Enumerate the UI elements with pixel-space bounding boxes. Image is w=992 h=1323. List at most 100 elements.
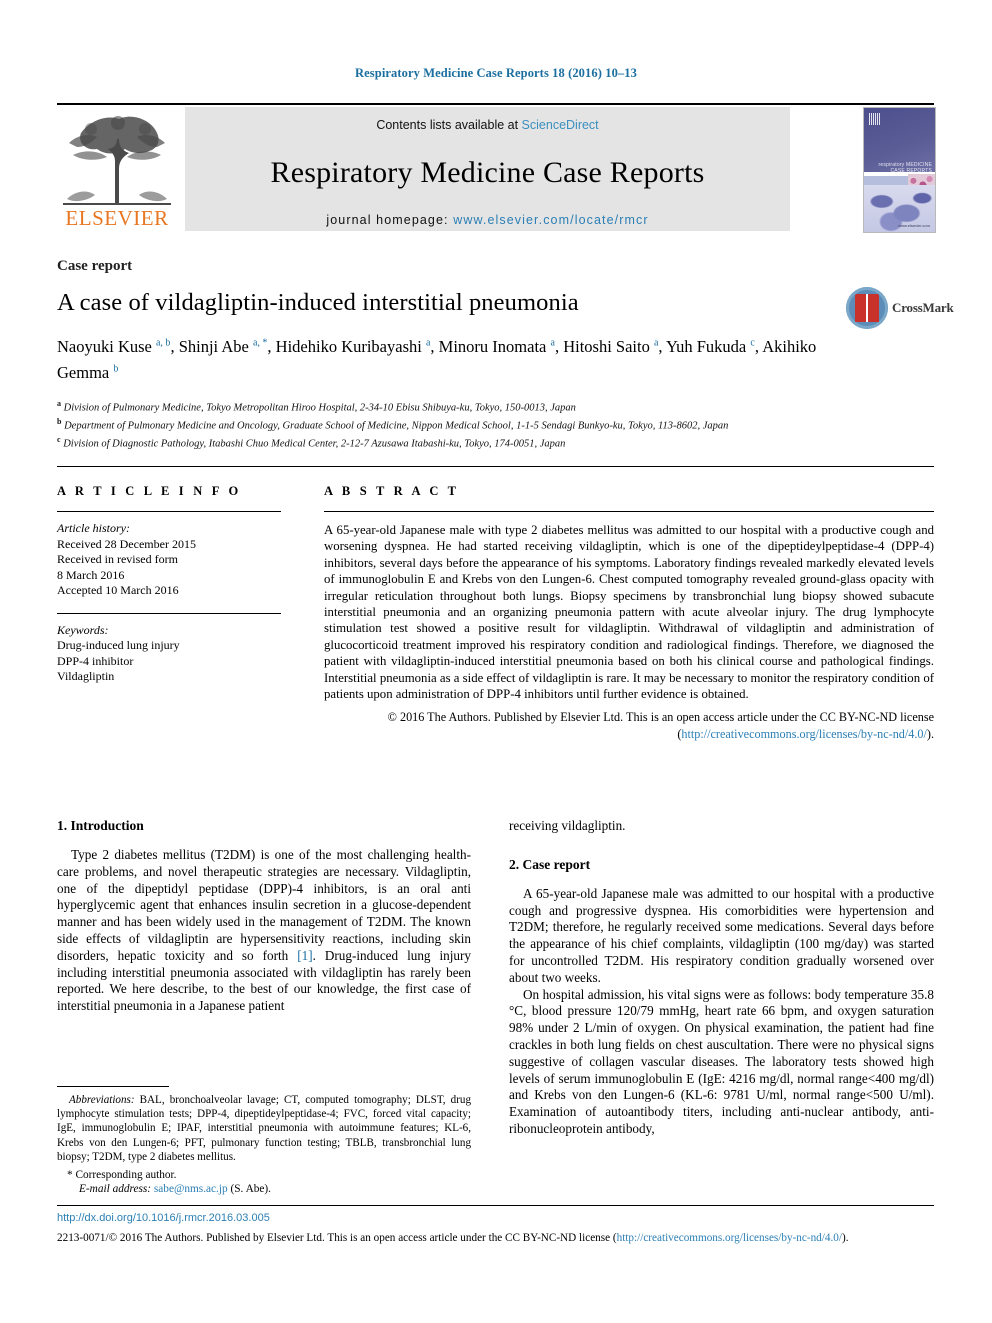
footnote-rule [57, 1086, 169, 1087]
article-kind-label: Case report [57, 258, 133, 274]
author-name: Minoru Inomata [438, 336, 547, 356]
contents-available-line: Contents lists available at ScienceDirec… [185, 118, 790, 132]
banner-center-panel: Contents lists available at ScienceDirec… [185, 107, 790, 231]
article-history-line: Received 28 December 2015 [57, 536, 196, 551]
keywords-group: Keywords: Drug-induced lung injury DPP-4… [57, 623, 307, 685]
section-heading-case-report: 2. Case report [509, 856, 591, 872]
journal-homepage-line: journal homepage: www.elsevier.com/locat… [185, 213, 790, 227]
author-entry: Hitoshi Saito a, [563, 337, 666, 356]
email-note: E-mail address: sabe@nms.ac.jp (S. Abe). [57, 1183, 471, 1195]
affiliation-mark: b [57, 416, 62, 426]
author-affil-marks: b [113, 363, 119, 375]
doi-link[interactable]: http://dx.doi.org/10.1016/j.rmcr.2016.03… [57, 1212, 270, 1224]
author-name: Hidehiko Kuribayashi [275, 336, 422, 356]
journal-homepage-link[interactable]: www.elsevier.com/locate/rmcr [453, 213, 648, 227]
introduction-carryover-line: receiving vildagliptin. [509, 818, 626, 833]
author-name: Shinji Abe [178, 336, 249, 356]
introduction-text-part-1: Type 2 diabetes mellitus (T2DM) is one o… [57, 847, 471, 963]
affiliation-item: c Division of Diagnostic Pathology, Itab… [57, 433, 934, 451]
abstract-text: A 65-year-old Japanese male with type 2 … [324, 523, 934, 702]
affiliation-mark: c [57, 434, 61, 444]
cover-caption: www.elsevier.com [898, 223, 930, 228]
affiliation-list: a Division of Pulmonary Medicine, Tokyo … [57, 397, 934, 451]
affiliation-item: a Division of Pulmonary Medicine, Tokyo … [57, 397, 934, 415]
introduction-paragraph: Type 2 diabetes mellitus (T2DM) is one o… [57, 847, 471, 1015]
section-heading-introduction: 1. Introduction [57, 818, 144, 833]
journal-banner: ELSEVIER Contents lists available at Sci… [57, 103, 936, 233]
citation-link-1[interactable]: [1] [297, 948, 312, 963]
article-history-line: 8 March 2016 [57, 567, 125, 582]
author-separator: , [170, 336, 179, 356]
crossmark-label: CrossMark [892, 300, 954, 315]
affiliation-mark: a [57, 399, 61, 408]
footer-license-link[interactable]: http://creativecommons.org/licenses/by-n… [617, 1232, 842, 1244]
article-history-line: Accepted 10 March 2016 [57, 583, 179, 597]
abstract-license-link[interactable]: http://creativecommons.org/licenses/by-n… [681, 727, 927, 741]
abstract-copyright-tail: ). [926, 726, 934, 741]
email-owner-text: (S. Abe). [227, 1182, 271, 1195]
keywords-label: Keywords: [57, 622, 109, 637]
footer-copyright-tail: ). [841, 1232, 849, 1244]
article-info-heading: A R T I C L E I N F O [57, 484, 242, 498]
info-block-top-rule [57, 466, 934, 467]
author-separator: , [554, 336, 564, 356]
sciencedirect-link[interactable]: ScienceDirect [522, 118, 599, 132]
article-history-line: Received in revised form [57, 552, 178, 566]
keyword-item: DPP-4 inhibitor [57, 653, 134, 668]
author-name: Yuh Fukuda [666, 336, 747, 356]
affiliation-text: Division of Diagnostic Pathology, Itabas… [63, 438, 566, 450]
abstract-column: A B S T R A C T A 65-year-old Japanese m… [324, 484, 934, 742]
journal-title: Respiratory Medicine Case Reports [270, 156, 705, 189]
author-entry: Minoru Inomata a, [439, 337, 564, 356]
article-info-rule [57, 511, 281, 512]
abbreviations-label: Abbreviations: [69, 1094, 135, 1106]
author-separator: , [430, 336, 439, 356]
crossmark-icon [846, 287, 888, 329]
cover-barcode-icon [869, 113, 880, 125]
elsevier-wordmark: ELSEVIER [65, 206, 169, 230]
crossmark-badge[interactable]: CrossMark [846, 287, 954, 331]
affiliation-item: b Department of Pulmonary Medicine and O… [57, 415, 934, 433]
footnote-block: Abbreviations: BAL, bronchoalveolar lava… [57, 1086, 471, 1195]
author-entry: Naoyuki Kuse a, b, [57, 337, 179, 356]
author-entry: Hidehiko Kuribayashi a, [276, 337, 439, 356]
author-separator: , [267, 336, 276, 356]
keyword-item: Vildagliptin [57, 669, 115, 683]
running-head: Respiratory Medicine Case Reports 18 (20… [355, 66, 637, 80]
page-title: A case of vildagliptin-induced interstit… [57, 289, 579, 316]
footer-copyright-text: 2213-0071/© 2016 The Authors. Published … [57, 1232, 617, 1244]
author-name: Hitoshi Saito [563, 336, 650, 356]
body-column-right: receiving vildagliptin. 2. Case report A… [509, 818, 934, 1138]
footer-copyright: 2213-0071/© 2016 The Authors. Published … [57, 1232, 934, 1244]
affiliation-text: Division of Pulmonary Medicine, Tokyo Me… [63, 402, 576, 414]
author-affil-marks: a, b [155, 337, 171, 348]
body-column-left: 1. Introduction Type 2 diabetes mellitus… [57, 818, 471, 1015]
elsevier-tree-icon [63, 116, 171, 205]
email-address-link[interactable]: sabe@nms.ac.jp [154, 1183, 228, 1195]
article-info-column: A R T I C L E I N F O Article history: R… [57, 484, 307, 685]
author-entry: Yuh Fukuda c, [666, 337, 762, 356]
article-header: Case report A case of vildagliptin-induc… [57, 258, 954, 451]
case-report-paragraph-2: On hospital admission, his vital signs w… [509, 986, 934, 1136]
abstract-rule [324, 511, 934, 512]
author-affil-marks: a, * [252, 337, 268, 348]
keywords-divider-rule [57, 612, 281, 614]
email-label: E-mail address: [79, 1182, 152, 1195]
article-history-label: Article history: [57, 521, 130, 535]
author-list: Naoyuki Kuse a, b, Shinji Abe a, *, Hide… [57, 331, 847, 384]
banner-top-rule [57, 103, 934, 105]
journal-article-page: Respiratory Medicine Case Reports 18 (20… [0, 0, 992, 1323]
elsevier-logo: ELSEVIER [57, 107, 177, 231]
author-separator: , [658, 336, 667, 356]
homepage-prefix-text: journal homepage: [326, 213, 454, 227]
case-report-paragraph-1: A 65-year-old Japanese male was admitted… [509, 885, 934, 985]
corresponding-author-note: * Corresponding author. [67, 1169, 177, 1182]
abbreviations-footnote: Abbreviations: BAL, bronchoalveolar lava… [57, 1093, 471, 1164]
journal-cover-thumbnail[interactable]: respiratory MEDICINE CASE REPORTS www.el… [863, 107, 936, 233]
cover-journal-title: respiratory MEDICINE CASE REPORTS [867, 162, 932, 174]
abstract-heading: A B S T R A C T [324, 484, 460, 498]
author-name: Naoyuki Kuse [57, 336, 152, 356]
footer-rule [57, 1205, 934, 1206]
abstract-copyright: © 2016 The Authors. Published by Elsevie… [324, 709, 934, 741]
affiliation-text: Department of Pulmonary Medicine and Onc… [64, 420, 729, 432]
